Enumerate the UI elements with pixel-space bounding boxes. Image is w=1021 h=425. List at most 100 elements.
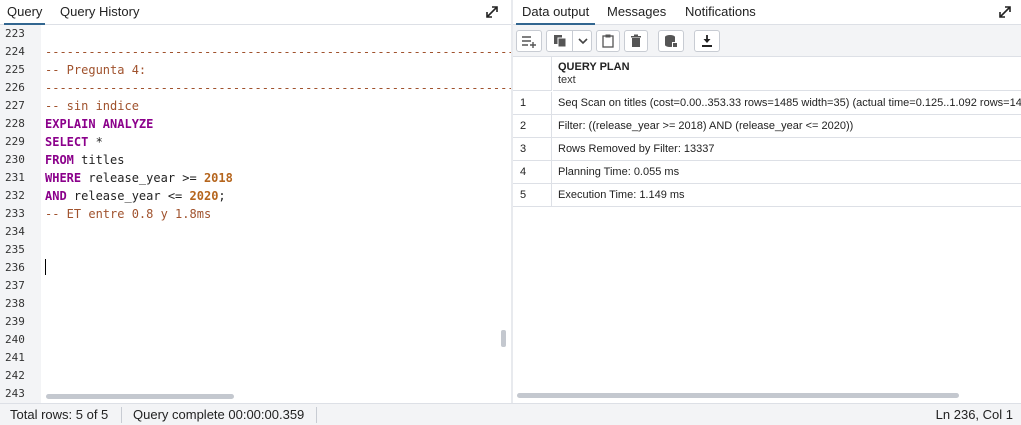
line-number: 235 <box>5 243 25 256</box>
tab-notifications[interactable]: Notifications <box>685 0 756 25</box>
paste-button[interactable] <box>596 30 620 52</box>
copy-button-group <box>546 30 592 52</box>
cell-value[interactable]: Seq Scan on titles (cost=0.00..353.33 ro… <box>558 92 1021 114</box>
line-number: 226 <box>5 81 25 94</box>
expand-icon[interactable] <box>484 4 500 20</box>
line-number: 230 <box>5 153 25 166</box>
editor-vertical-scrollbar[interactable] <box>501 330 506 347</box>
row-index-header <box>513 57 552 91</box>
tab-data-output[interactable]: Data output <box>516 0 596 25</box>
column-header-query-plan[interactable]: QUERY PLAN text <box>553 57 1021 91</box>
line-number: 232 <box>5 189 25 202</box>
cell-value[interactable]: Planning Time: 0.055 ms <box>558 161 679 183</box>
line-number: 241 <box>5 351 25 364</box>
total-rows-status: Total rows: 5 of 5 <box>10 407 109 422</box>
code-line-where: WHERE release_year >= 2018 <box>45 169 233 187</box>
keyword-explain-analyze: EXPLAIN ANALYZE <box>45 117 154 131</box>
row-index: 1 <box>513 92 552 114</box>
row-index: 2 <box>513 115 552 137</box>
line-number: 231 <box>5 171 25 184</box>
comment-separator: ----------------------------------------… <box>45 81 511 95</box>
results-tabbar: Data output Messages Notifications <box>513 0 1021 25</box>
code-table-name: titles <box>73 153 125 167</box>
line-number: 242 <box>5 369 25 382</box>
comment-pregunta: -- Pregunta 4: <box>45 63 147 77</box>
line-number: 240 <box>5 333 25 346</box>
number-literal: 2020 <box>189 189 219 203</box>
code-and-condition: release_year <= <box>66 189 190 203</box>
column-type: text <box>558 74 576 86</box>
query-editor-panel: Query Query History 223 224 225 226 227 … <box>0 0 511 403</box>
table-row[interactable]: 1 Seq Scan on titles (cost=0.00..353.33 … <box>513 92 1021 115</box>
line-number: 234 <box>5 225 25 238</box>
line-number: 225 <box>5 63 25 76</box>
cell-value[interactable]: Execution Time: 1.149 ms <box>558 184 685 206</box>
code-line-from: FROM titles <box>45 151 124 169</box>
line-number: 229 <box>5 135 25 148</box>
row-index: 5 <box>513 184 552 206</box>
results-panel: Data output Messages Notifications QUERY… <box>513 0 1021 403</box>
comment-sin-indice: -- sin indice <box>45 99 139 113</box>
keyword-select: SELECT <box>45 135 89 149</box>
code-where-condition: release_year >= <box>81 171 204 185</box>
row-index: 4 <box>513 161 552 183</box>
copy-button[interactable] <box>547 31 573 51</box>
copy-icon <box>553 35 566 48</box>
expand-icon[interactable] <box>997 4 1013 20</box>
code-semicolon: ; <box>218 189 226 203</box>
tab-messages[interactable]: Messages <box>607 0 666 25</box>
line-number: 238 <box>5 297 25 310</box>
save-data-button[interactable] <box>658 30 684 52</box>
line-number: 237 <box>5 279 25 292</box>
add-row-button[interactable] <box>516 30 542 52</box>
status-bar: Total rows: 5 of 5 Query complete 00:00:… <box>0 403 1021 425</box>
copy-options-dropdown[interactable] <box>573 31 592 51</box>
line-number: 239 <box>5 315 25 328</box>
line-number: 227 <box>5 99 25 112</box>
line-number: 236 <box>5 261 25 274</box>
code-editor[interactable]: ----------------------------------------… <box>41 25 511 403</box>
keyword-and: AND <box>45 189 67 203</box>
tab-query-history[interactable]: Query History <box>60 0 139 25</box>
editor-horizontal-scrollbar[interactable] <box>46 394 234 399</box>
tab-query[interactable]: Query <box>4 0 46 25</box>
row-index: 3 <box>513 138 552 160</box>
add-row-icon <box>522 36 536 48</box>
paste-icon <box>602 34 614 48</box>
results-horizontal-scrollbar[interactable] <box>517 393 959 398</box>
results-toolbar <box>513 25 1021 57</box>
cell-value[interactable]: Filter: ((release_year >= 2018) AND (rel… <box>558 115 853 137</box>
download-icon <box>702 35 712 47</box>
query-tabbar: Query Query History <box>0 0 511 25</box>
column-name: QUERY PLAN <box>558 61 630 73</box>
cursor-position-status: Ln 236, Col 1 <box>935 407 1013 422</box>
table-row[interactable]: 4 Planning Time: 0.055 ms <box>513 161 1021 184</box>
code-line-and: AND release_year <= 2020; <box>45 187 226 205</box>
line-number: 243 <box>5 387 25 400</box>
line-number: 228 <box>5 117 25 130</box>
code-line-select: SELECT * <box>45 133 103 151</box>
table-row[interactable]: 5 Execution Time: 1.149 ms <box>513 184 1021 207</box>
delete-icon <box>631 34 641 47</box>
status-separator <box>316 407 317 423</box>
comment-separator: ----------------------------------------… <box>45 45 511 59</box>
line-number-gutter: 223 224 225 226 227 228 229 230 231 232 … <box>0 25 41 403</box>
text-cursor <box>45 259 46 275</box>
keyword-from: FROM <box>45 153 74 167</box>
save-data-icon <box>665 35 678 48</box>
table-row[interactable]: 2 Filter: ((release_year >= 2018) AND (r… <box>513 115 1021 138</box>
query-complete-status: Query complete 00:00:00.359 <box>133 407 305 422</box>
code-star: * <box>88 135 103 149</box>
chevron-down-icon <box>577 38 588 45</box>
line-number: 223 <box>5 27 25 40</box>
number-literal: 2018 <box>203 171 233 185</box>
line-number: 233 <box>5 207 25 220</box>
line-number: 224 <box>5 45 25 58</box>
delete-button[interactable] <box>624 30 648 52</box>
cell-value[interactable]: Rows Removed by Filter: 13337 <box>558 138 715 160</box>
status-separator <box>121 407 122 423</box>
keyword-where: WHERE <box>45 171 82 185</box>
table-row[interactable]: 3 Rows Removed by Filter: 13337 <box>513 138 1021 161</box>
download-button[interactable] <box>694 30 720 52</box>
comment-et: -- ET entre 0.8 y 1.8ms <box>45 207 212 221</box>
